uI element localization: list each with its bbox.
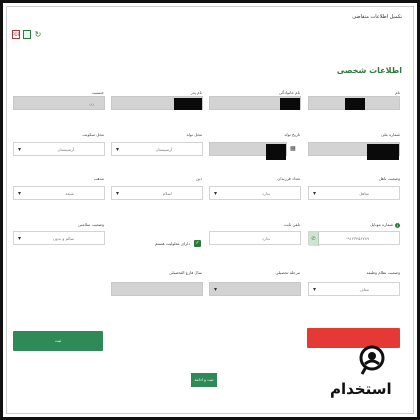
spreadsheet-icon[interactable] bbox=[23, 30, 31, 39]
last-name-field bbox=[209, 96, 301, 110]
religion-label: دین bbox=[196, 176, 202, 181]
birth-date-label: تاریخ تولد bbox=[284, 132, 300, 137]
phone-label: تلفن ثابت bbox=[283, 222, 300, 227]
submit-continue-button[interactable]: ثبت و ادامه bbox=[191, 373, 217, 387]
pdf-label: PDF bbox=[12, 32, 20, 37]
father-name-label: نام پدر bbox=[190, 90, 202, 95]
children-value: ندارد bbox=[261, 191, 270, 196]
redacted-block bbox=[367, 144, 399, 160]
last-name-label: نام خانوادگی bbox=[278, 90, 300, 95]
gender-value: زن bbox=[89, 101, 94, 106]
grad-year-label: سال فارغ التحصیلی bbox=[169, 270, 202, 275]
residence-label: محل سکونت bbox=[82, 132, 104, 137]
pdf-icon[interactable]: PDF bbox=[12, 30, 20, 39]
phone-value: ندارد bbox=[261, 236, 270, 241]
first-name-label: نام bbox=[395, 90, 400, 95]
birth-date-field bbox=[209, 142, 287, 160]
military-label: وضعیت نظام وظیفه bbox=[366, 270, 400, 275]
sect-select[interactable]: ▾ شیعه bbox=[13, 186, 105, 200]
save-button[interactable]: ثبت bbox=[13, 331, 103, 351]
redacted-block bbox=[266, 144, 286, 160]
religion-value: اسلام bbox=[162, 191, 172, 196]
mobile-value: ۰۹۱۲۳۴۵۶۷۸۹ bbox=[345, 236, 369, 241]
chevron-down-icon: ▾ bbox=[214, 286, 218, 293]
religion-select[interactable]: ▾ اسلام bbox=[111, 186, 203, 200]
children-select[interactable]: ▾ ندارد bbox=[209, 186, 301, 200]
page-title: تکمیل اطلاعات متقاضی bbox=[352, 14, 402, 20]
marital-select[interactable]: ▾ متاهل bbox=[308, 186, 400, 200]
health-select[interactable]: ▾ سالم و بدون bbox=[13, 231, 105, 245]
toolbar: PDF ↻ bbox=[12, 30, 42, 39]
children-label: تعداد فرزندان bbox=[277, 176, 300, 181]
education-select: ▾ bbox=[209, 282, 301, 296]
chevron-down-icon: ▾ bbox=[116, 146, 120, 153]
disability-label: دارای معلولیت هستم bbox=[155, 241, 190, 246]
residence-select[interactable]: ▾ آرمنیستان bbox=[13, 142, 105, 156]
marital-value: متاهل bbox=[359, 191, 369, 196]
chevron-down-icon: ▾ bbox=[18, 146, 22, 153]
grad-year-field bbox=[111, 282, 203, 296]
military-value: معاف bbox=[359, 287, 369, 292]
education-label: مرحله تحصیلی bbox=[275, 270, 300, 275]
father-name-field bbox=[111, 96, 203, 110]
brand-logo-icon bbox=[359, 345, 385, 375]
brand-name: استخدام bbox=[330, 380, 392, 398]
chevron-down-icon: ▾ bbox=[214, 190, 218, 197]
phone-input[interactable]: ندارد bbox=[209, 231, 301, 245]
first-name-field bbox=[308, 96, 400, 110]
redacted-block bbox=[174, 98, 202, 110]
military-select[interactable]: ▾ معاف bbox=[308, 282, 400, 296]
health-label: وضعیت سلامتی bbox=[77, 222, 104, 227]
chevron-down-icon: ▾ bbox=[313, 190, 317, 197]
gender-label: جنسیت bbox=[91, 90, 104, 95]
national-id-field bbox=[308, 142, 400, 160]
birth-place-label: محل تولد bbox=[186, 132, 202, 137]
gender-field: زن bbox=[13, 96, 105, 110]
chevron-down-icon: ▾ bbox=[116, 190, 120, 197]
birth-place-value: آرمنیستان bbox=[155, 147, 172, 152]
mobile-label-text: شماره موبایل bbox=[370, 222, 393, 227]
info-icon: i bbox=[395, 222, 400, 228]
sect-label: مذهب bbox=[93, 176, 104, 181]
birth-place-select[interactable]: ▾ آرمنیستان bbox=[111, 142, 203, 156]
chevron-down-icon: ▾ bbox=[18, 235, 22, 242]
mobile-label: iشماره موبایل bbox=[310, 222, 400, 228]
phone-icon: ✆ bbox=[309, 232, 319, 246]
mobile-input[interactable]: ✆ ۰۹۱۲۳۴۵۶۷۸۹ bbox=[308, 231, 400, 246]
chevron-down-icon: ▾ bbox=[18, 190, 22, 197]
disability-checkbox[interactable]: ✓ bbox=[194, 240, 201, 247]
refresh-icon[interactable]: ↻ bbox=[34, 30, 42, 39]
health-value: سالم و بدون bbox=[52, 236, 74, 241]
marital-label: وضعیت تاهل bbox=[378, 176, 400, 181]
calendar-icon[interactable]: ▦ bbox=[290, 145, 296, 152]
national-id-label: شماره ملی bbox=[381, 132, 400, 137]
section-title: اطلاعات شخصی bbox=[336, 66, 402, 75]
redacted-block bbox=[280, 98, 300, 110]
residence-value: آرمنیستان bbox=[57, 147, 74, 152]
chevron-down-icon: ▾ bbox=[313, 286, 317, 293]
redacted-block bbox=[345, 98, 365, 110]
sect-value: شیعه bbox=[65, 191, 74, 196]
